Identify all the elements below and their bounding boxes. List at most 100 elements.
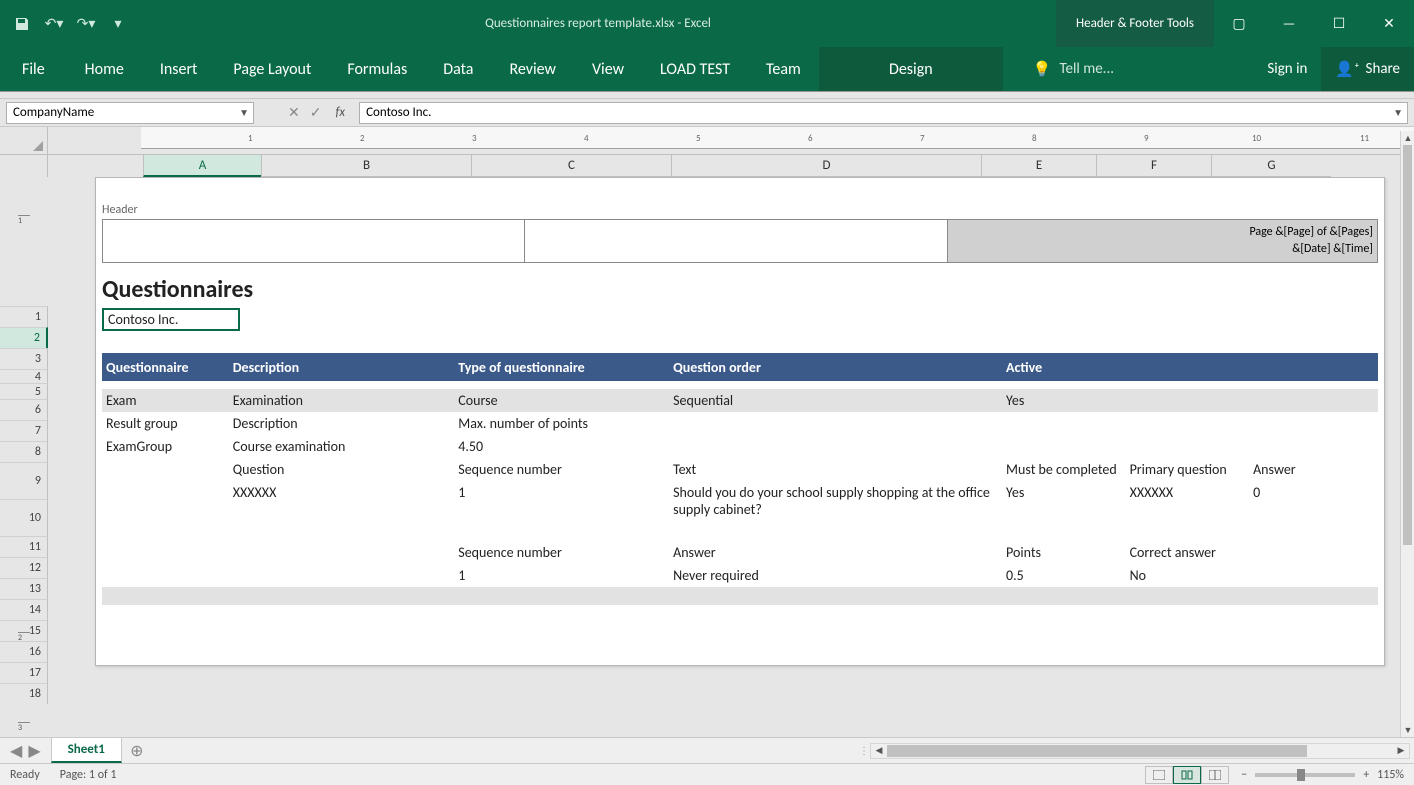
row-5[interactable]: 5 (0, 383, 48, 399)
cell-type[interactable]: Course (454, 389, 669, 412)
row-4[interactable]: 4 (0, 369, 48, 383)
save-icon[interactable] (8, 10, 36, 38)
zoom-slider[interactable] (1255, 773, 1355, 777)
select-all-corner[interactable] (0, 127, 48, 155)
tab-scroll-left-icon[interactable]: ◀ (10, 741, 22, 761)
header-right-section[interactable]: Page &[Page] of &[Pages] &[Date] &[Time] (948, 220, 1377, 262)
vertical-scrollbar[interactable]: ▲ ▼ (1400, 131, 1414, 737)
cell-max-points[interactable]: 4.50 (454, 435, 669, 458)
zoom-out-button[interactable]: − (1241, 768, 1247, 782)
formula-input[interactable]: Contoso Inc. ▼ (359, 102, 1408, 124)
zoom-in-button[interactable]: + (1363, 768, 1369, 782)
cell-active[interactable]: Yes (1002, 389, 1126, 412)
cell-ans-seq[interactable]: 1 (454, 564, 669, 587)
name-box[interactable]: CompanyName ▼ (6, 102, 254, 124)
hdr-answer: Answer (1249, 458, 1378, 481)
row-12[interactable]: 12 (0, 557, 48, 578)
share-button[interactable]: 👤⁺ Share (1321, 47, 1414, 91)
redo-icon[interactable]: ↷▾ (72, 10, 100, 38)
tab-team[interactable]: Team (748, 47, 819, 91)
result-group-row: ExamGroup Course examination 4.50 (102, 435, 1378, 458)
tab-split-handle[interactable]: ⋮ (858, 744, 870, 757)
row-3[interactable]: 3 (0, 348, 48, 369)
col-A[interactable]: A (143, 155, 261, 177)
cell-primary[interactable]: XXXXXX (1126, 481, 1250, 521)
qat-customize-icon[interactable]: ▾ (104, 10, 132, 38)
tab-formulas[interactable]: Formulas (329, 47, 425, 91)
col-D[interactable]: D (671, 155, 981, 177)
row-10[interactable]: 10 (0, 499, 48, 536)
hscroll-right-icon[interactable]: ▶ (1393, 745, 1409, 756)
tab-scroll-right-icon[interactable]: ▶ (28, 741, 40, 761)
hscroll-left-icon[interactable]: ◀ (871, 745, 887, 756)
row-14[interactable]: 14 (0, 599, 48, 620)
cell-rg-description[interactable]: Course examination (229, 435, 455, 458)
cell-seq[interactable]: 1 (454, 481, 669, 521)
col-G[interactable]: G (1211, 155, 1331, 177)
hscroll-thumb[interactable] (887, 745, 1307, 757)
cell-question[interactable]: XXXXXX (229, 481, 455, 521)
horizontal-scrollbar[interactable]: ◀ ▶ (870, 743, 1410, 759)
row-18[interactable]: 18 (0, 683, 48, 704)
view-normal-button[interactable] (1145, 766, 1173, 784)
view-page-break-button[interactable] (1201, 766, 1229, 784)
row-16[interactable]: 16 (0, 641, 48, 662)
tab-load-test[interactable]: LOAD TEST (642, 47, 748, 91)
accept-formula-icon[interactable]: ✓ (310, 104, 322, 121)
maximize-button[interactable]: ☐ (1314, 0, 1364, 47)
scroll-down-icon[interactable]: ▼ (1401, 723, 1414, 737)
add-sheet-button[interactable]: ⊕ (122, 738, 152, 763)
col-F[interactable]: F (1096, 155, 1211, 177)
scroll-thumb[interactable] (1403, 145, 1412, 545)
page-header-editor[interactable]: Page &[Page] of &[Pages] &[Date] &[Time] (102, 219, 1378, 263)
sign-in-button[interactable]: Sign in (1253, 60, 1321, 78)
zoom-level[interactable]: 115% (1377, 768, 1404, 782)
cell-must[interactable]: Yes (1002, 481, 1126, 521)
col-B[interactable]: B (261, 155, 471, 177)
tab-insert[interactable]: Insert (142, 47, 216, 91)
row-8[interactable]: 8 (0, 441, 48, 462)
col-C[interactable]: C (471, 155, 671, 177)
tab-home[interactable]: Home (67, 47, 142, 91)
row-2[interactable]: 2 (0, 327, 48, 348)
company-name-cell[interactable]: Contoso Inc. (102, 308, 240, 331)
header-left-section[interactable] (103, 220, 525, 262)
tab-review[interactable]: Review (491, 47, 574, 91)
name-box-dropdown-icon[interactable]: ▼ (239, 106, 249, 119)
row-1[interactable]: 1 (0, 306, 48, 327)
tab-view[interactable]: View (574, 47, 642, 91)
ribbon-display-options-button[interactable]: ▢ (1214, 0, 1264, 47)
row-7[interactable]: 7 (0, 420, 48, 441)
cell-ans-correct[interactable]: No (1126, 564, 1250, 587)
cell-ans-answer[interactable]: Never required (669, 564, 1002, 587)
row-9[interactable]: 9 (0, 462, 48, 499)
tab-design[interactable]: Design (889, 47, 933, 91)
cell-questionnaire[interactable]: Exam (102, 389, 229, 412)
cell-order[interactable]: Sequential (669, 389, 1002, 412)
view-page-layout-button[interactable] (1173, 766, 1201, 784)
fx-icon[interactable]: fx (335, 105, 345, 120)
hdr-ans-answer: Answer (669, 541, 1002, 564)
cell-description[interactable]: Examination (229, 389, 455, 412)
row-13[interactable]: 13 (0, 578, 48, 599)
tab-file[interactable]: File (0, 47, 67, 91)
tab-page-layout[interactable]: Page Layout (215, 47, 329, 91)
undo-icon[interactable]: ↶▾ (40, 10, 68, 38)
cell-text[interactable]: Should you do your school supply shoppin… (669, 481, 1002, 521)
header-center-section[interactable] (525, 220, 947, 262)
row-17[interactable]: 17 (0, 662, 48, 683)
formula-expand-icon[interactable]: ▼ (1393, 106, 1403, 119)
tab-data[interactable]: Data (425, 47, 491, 91)
cell-result-group[interactable]: ExamGroup (102, 435, 229, 458)
row-6[interactable]: 6 (0, 399, 48, 420)
cell-answer[interactable]: 0 (1249, 481, 1378, 521)
tell-me-search[interactable]: 💡 Tell me... (1033, 60, 1114, 79)
scroll-up-icon[interactable]: ▲ (1401, 131, 1414, 145)
minimize-button[interactable]: — (1264, 0, 1314, 47)
cancel-formula-icon[interactable]: ✕ (288, 104, 300, 121)
close-button[interactable]: ✕ (1364, 0, 1414, 47)
cell-ans-points[interactable]: 0.5 (1002, 564, 1126, 587)
col-E[interactable]: E (981, 155, 1096, 177)
sheet-tab-sheet1[interactable]: Sheet1 (51, 738, 122, 763)
row-11[interactable]: 11 (0, 536, 48, 557)
